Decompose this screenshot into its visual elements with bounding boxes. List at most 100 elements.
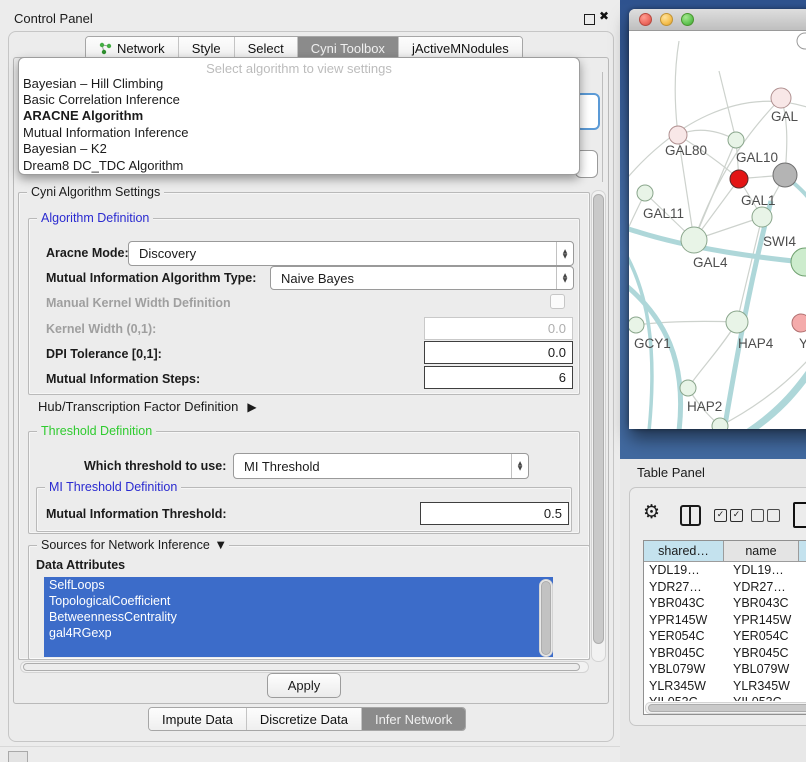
network-edge[interactable]: [675, 41, 679, 135]
node-label-hap4: HAP4: [738, 336, 774, 351]
network-node-hap4[interactable]: [726, 311, 748, 333]
network-window-titlebar[interactable]: [629, 9, 806, 31]
table-row[interactable]: YIL053CYIL053C9: [644, 694, 806, 701]
tab-jactivemnodules[interactable]: jActiveMNodules: [398, 37, 522, 59]
close-window-icon[interactable]: [639, 13, 652, 26]
attribute-item-topologicalcoefficient[interactable]: TopologicalCoefficient: [44, 593, 553, 609]
aracne-mode-combo[interactable]: Discovery ▲▼: [128, 241, 574, 266]
table-cell: YBR045C: [728, 645, 806, 662]
table-row[interactable]: YPR145WYPR145W9.: [644, 612, 806, 629]
network-node-hap2[interactable]: [680, 380, 696, 396]
network-node-gal[interactable]: [771, 88, 791, 108]
collapsed-panel-button[interactable]: [8, 751, 28, 762]
network-edge[interactable]: [688, 322, 737, 388]
split-columns-icon[interactable]: [680, 505, 701, 526]
network-edge[interactable]: [636, 321, 737, 325]
tab-label: Discretize Data: [260, 712, 348, 727]
checked-checkbox-icon[interactable]: ✓✓: [714, 509, 743, 522]
network-node[interactable]: [797, 33, 806, 49]
which-threshold-combo[interactable]: MI Threshold ▲▼: [233, 453, 529, 479]
table-cell: YLR345W: [644, 678, 728, 695]
mi-type-combo[interactable]: Naive Bayes ▲▼: [270, 266, 574, 290]
column-header-a[interactable]: A: [799, 541, 806, 562]
tab-network[interactable]: Network: [86, 37, 178, 59]
network-node-gal11[interactable]: [637, 185, 653, 201]
new-table-icon[interactable]: [793, 502, 806, 528]
network-node-gal10[interactable]: [728, 132, 744, 148]
attribute-item-selfloops[interactable]: SelfLoops: [44, 577, 553, 593]
tab-style[interactable]: Style: [178, 37, 234, 59]
node-table: shared…nameA YDL19…YDL19…13YDR27…YDR27…1…: [643, 540, 806, 715]
combo-stepper-icon[interactable]: ▲▼: [556, 242, 573, 265]
network-node[interactable]: [712, 418, 728, 429]
network-edge[interactable]: [748, 176, 773, 178]
table-row[interactable]: YLR345WYLR345W9.: [644, 678, 806, 695]
zoom-window-icon[interactable]: [681, 13, 694, 26]
close-panel-icon[interactable]: ✖: [599, 9, 609, 23]
network-node-gal1[interactable]: [752, 207, 772, 227]
network-window: GALGAL80GAL10GAL1GAL11GAL4GCY1HAP4HAP2SW…: [629, 9, 806, 429]
algorithm-option-basic-correlation-inference[interactable]: Basic Correlation Inference: [19, 91, 579, 107]
network-node-gcy1[interactable]: [629, 317, 644, 333]
minimize-window-icon[interactable]: [660, 13, 673, 26]
network-node-gal80[interactable]: [669, 126, 687, 144]
table-row[interactable]: YER054CYER054C8.: [644, 628, 806, 645]
network-node[interactable]: [791, 248, 806, 276]
network-node-gal4[interactable]: [681, 227, 707, 253]
table-row[interactable]: YBR045CYBR045C9.: [644, 645, 806, 662]
algorithm-option-dream8-dc-tdc-algorithm[interactable]: Dream8 DC_TDC Algorithm: [19, 157, 579, 173]
attribute-item-betweennesscentrality[interactable]: BetweennessCentrality: [44, 609, 553, 625]
table-row[interactable]: YDR27…YDR27…12: [644, 579, 806, 596]
table-row[interactable]: YBL079WYBL079W: [644, 661, 806, 678]
tab-cyni-toolbox[interactable]: Cyni Toolbox: [297, 37, 398, 59]
column-header-shared-[interactable]: shared…: [644, 541, 724, 562]
settings-vscrollbar[interactable]: [591, 190, 606, 662]
network-edge[interactable]: [629, 283, 681, 429]
column-header-name[interactable]: name: [724, 541, 799, 562]
network-node[interactable]: [773, 163, 797, 187]
float-panel-icon[interactable]: [584, 14, 595, 25]
bottom-divider: [0, 746, 620, 747]
gear-icon[interactable]: ⚙: [643, 501, 660, 523]
algorithm-option-bayesian-k2[interactable]: Bayesian – K2: [19, 141, 579, 157]
node-label-gcy1: GCY1: [634, 336, 671, 351]
algorithm-option-bayesian-hill-climbing[interactable]: Bayesian – Hill Climbing: [19, 75, 579, 91]
hub-definition-expander[interactable]: Hub/Transcription Factor Definition ▶: [38, 399, 257, 414]
combo-stepper-icon[interactable]: ▲▼: [511, 454, 528, 478]
table-panel-body: ⚙ ✓✓ shared…nameA YDL19…YDL19…13YDR27…YD…: [629, 487, 806, 726]
network-node[interactable]: [730, 170, 748, 188]
combo-stepper-icon[interactable]: ▲▼: [556, 267, 573, 289]
tab-select[interactable]: Select: [234, 37, 297, 59]
network-edge[interactable]: [747, 367, 806, 429]
table-hscrollbar[interactable]: [645, 702, 806, 714]
data-attributes-list[interactable]: SelfLoopsTopologicalCoefficientBetweenne…: [44, 577, 553, 657]
table-row[interactable]: YBR043CYBR043C: [644, 595, 806, 612]
node-label-gal80: GAL80: [665, 143, 707, 158]
algorithm-definition-title: Algorithm Definition: [37, 211, 153, 225]
dpi-tolerance-field[interactable]: 0.0: [424, 341, 573, 364]
sources-group-title[interactable]: Sources for Network Inference ▼: [37, 538, 229, 552]
kernel-width-field[interactable]: 0.0: [424, 317, 573, 340]
unchecked-checkbox-icon[interactable]: [751, 509, 780, 522]
tab-impute-data[interactable]: Impute Data: [149, 708, 246, 730]
tab-label: Select: [248, 41, 284, 56]
network-canvas[interactable]: GALGAL80GAL10GAL1GAL11GAL4GCY1HAP4HAP2SW…: [629, 31, 806, 429]
attribute-item-gal4rgexp[interactable]: gal4RGexp: [44, 625, 553, 641]
algorithm-dropdown: Select algorithm to view settings Bayesi…: [18, 57, 580, 175]
mi-threshold-field[interactable]: 0.5: [420, 502, 569, 525]
attributes-scrollbar[interactable]: [539, 579, 553, 657]
mi-steps-field[interactable]: 6: [424, 366, 573, 389]
network-node[interactable]: [792, 314, 806, 332]
algorithm-option-mutual-information-inference[interactable]: Mutual Information Inference: [19, 124, 579, 140]
tab-infer-network[interactable]: Infer Network: [361, 708, 465, 730]
table-row[interactable]: YDL19…YDL19…13: [644, 562, 806, 579]
apply-button[interactable]: Apply: [267, 673, 341, 698]
chevron-right-icon: ▶: [247, 400, 256, 414]
manual-kernel-checkbox[interactable]: [550, 294, 565, 309]
cyni-settings-title: Cyni Algorithm Settings: [27, 185, 164, 199]
settings-hscrollbar[interactable]: [20, 661, 589, 673]
hub-definition-label: Hub/Transcription Factor Definition: [38, 399, 238, 414]
table-cell: YER054C: [644, 628, 728, 645]
algorithm-option-aracne-algorithm[interactable]: ARACNE Algorithm: [19, 108, 579, 124]
tab-discretize-data[interactable]: Discretize Data: [246, 708, 361, 730]
